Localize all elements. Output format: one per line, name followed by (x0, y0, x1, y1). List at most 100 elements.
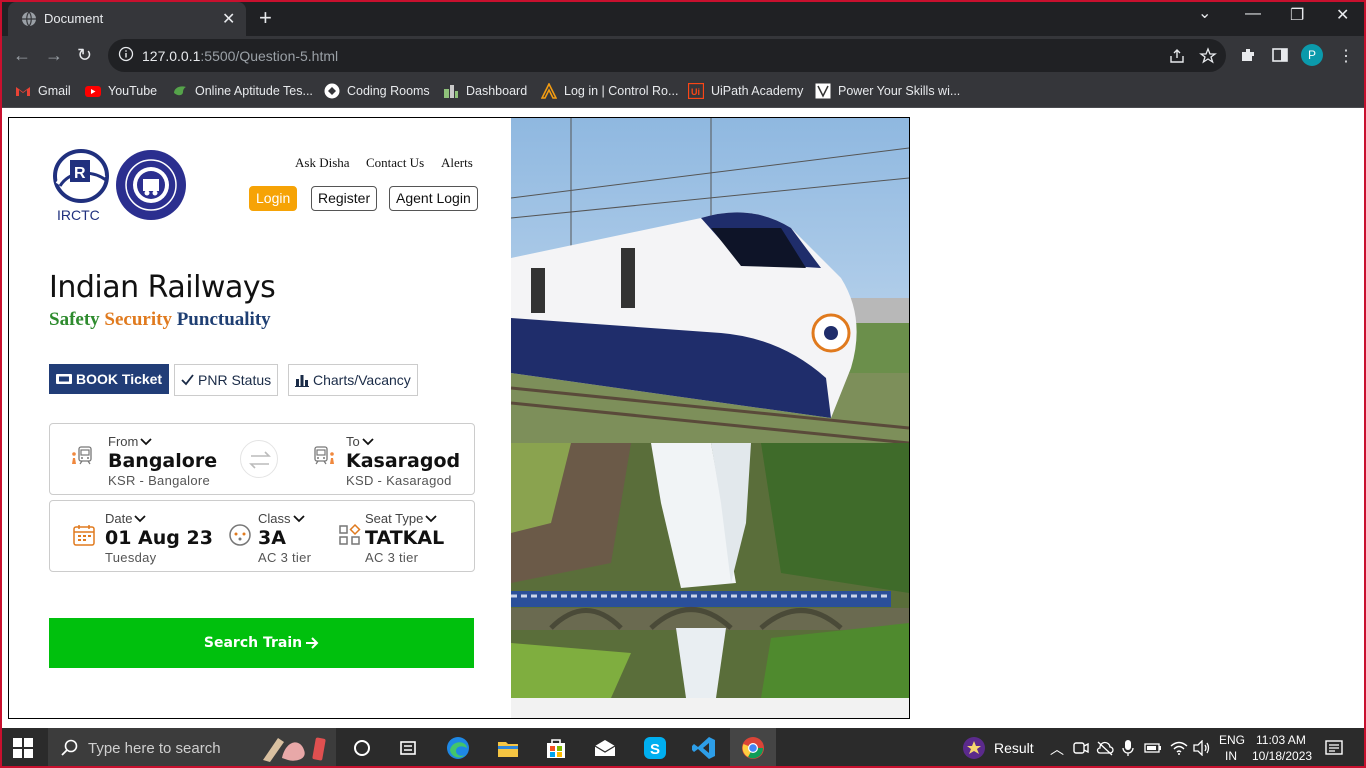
bookmark-skills[interactable]: Power Your Skills wi... (815, 82, 960, 100)
chevron-down-icon (362, 437, 374, 445)
language-indicator[interactable]: ENG (1219, 733, 1245, 747)
journey-date: 01 Aug 23 (105, 527, 213, 549)
chrome-icon (742, 737, 764, 759)
chrome-taskbar-item[interactable] (730, 728, 776, 768)
task-view-icon[interactable] (350, 736, 374, 760)
result-label: Result (994, 740, 1034, 756)
bookmark-gmail[interactable]: Gmail (15, 82, 71, 100)
chevron-up-icon[interactable]: ︿ (1050, 739, 1064, 759)
menu-icon[interactable]: ⋮ (1338, 46, 1354, 66)
ticket-icon (56, 374, 72, 384)
to-field[interactable]: To Kasaragod KSD - Kasaragod (346, 434, 460, 488)
mail-icon[interactable] (593, 736, 617, 760)
bookmarks-bar: Gmail YouTube Online Aptitude Tes... Cod… (0, 74, 1366, 108)
cloud-offline-icon[interactable] (1096, 740, 1114, 756)
vscode-icon[interactable] (692, 736, 716, 760)
class-label: Class (258, 511, 291, 526)
globe-icon (22, 11, 36, 27)
search-icon (61, 739, 78, 756)
edge-browser-icon[interactable] (446, 736, 470, 760)
book-ticket-button[interactable]: BOOK Ticket (49, 364, 170, 394)
contact-us-link[interactable]: Contact Us (366, 155, 424, 171)
profile-avatar[interactable]: P (1301, 44, 1323, 66)
journey-day: Tuesday (105, 550, 157, 565)
dashboard-icon (444, 85, 458, 98)
restore-icon[interactable]: ❐ (1290, 5, 1304, 25)
chevron-down-icon (140, 437, 152, 445)
bookmark-control-room[interactable]: Log in | Control Ro... (541, 82, 678, 100)
widgets-icon[interactable] (396, 736, 420, 760)
from-field[interactable]: From Bangalore KSR - Bangalore (108, 434, 217, 488)
address-bar: ← → ↻ 127.0.0.1:5500/Question-5.html P ⋮ (0, 36, 1366, 74)
coding-rooms-icon (324, 83, 340, 99)
side-panel-icon[interactable] (1271, 46, 1289, 64)
browser-tab[interactable]: Document ✕ (8, 2, 246, 36)
forward-icon[interactable]: → (45, 45, 63, 66)
taskbar-search-input[interactable]: Type here to search (48, 728, 336, 768)
indian-railways-emblem-icon (116, 150, 186, 220)
bookmark-dashboard[interactable]: Dashboard (443, 82, 527, 100)
to-station-code: KSD - Kasaragod (346, 473, 452, 488)
agent-login-button[interactable]: Agent Login (389, 186, 478, 211)
train-station-icon (72, 446, 92, 465)
seat-type-value: TATKAL (365, 527, 445, 549)
tab-search-icon[interactable]: ⌄ (1198, 3, 1211, 23)
pnr-status-button[interactable]: PNR Status (174, 364, 279, 396)
date-field[interactable]: Date 01 Aug 23 Tuesday (105, 511, 213, 565)
bookmark-aptitude[interactable]: Online Aptitude Tes... (172, 82, 313, 100)
clock-time[interactable]: 11:03 AM (1256, 733, 1306, 747)
microphone-icon[interactable] (1122, 739, 1134, 757)
vande-bharat-train-image (511, 118, 909, 443)
new-tab-icon[interactable]: + (259, 5, 272, 31)
class-description: AC 3 tier (258, 550, 312, 565)
swap-stations-button[interactable] (240, 440, 278, 478)
meet-now-icon[interactable] (1073, 740, 1089, 756)
seat-type-icon (339, 523, 361, 545)
tab-title: Document (44, 11, 104, 26)
reload-icon[interactable]: ↻ (77, 45, 92, 66)
page-container: R IRCTC Ask Disha Contact Us Alerts Logi… (8, 117, 910, 719)
chevron-down-icon (134, 514, 147, 522)
svg-text:R: R (74, 165, 86, 182)
svg-text:Ui: Ui (691, 87, 700, 97)
result-widget[interactable]: Result (962, 728, 1034, 768)
aptitude-icon (174, 86, 186, 96)
svg-text:IRCTC: IRCTC (57, 207, 100, 223)
register-button[interactable]: Register (311, 186, 378, 211)
journey-details-card: Date 01 Aug 23 Tuesday Class 3A AC 3 tie… (49, 500, 475, 572)
skype-icon[interactable]: S (643, 736, 667, 760)
share-icon[interactable] (1168, 47, 1186, 65)
youtube-icon (85, 86, 101, 97)
windows-start-icon[interactable] (13, 738, 33, 758)
bookmark-youtube[interactable]: YouTube (85, 82, 157, 100)
bookmark-star-icon[interactable] (1199, 47, 1217, 65)
bookmark-coding-rooms[interactable]: Coding Rooms (324, 82, 430, 100)
url-input[interactable]: 127.0.0.1:5500/Question-5.html (108, 39, 1226, 72)
check-icon (181, 374, 194, 386)
battery-icon[interactable] (1144, 741, 1162, 755)
minimize-icon[interactable]: — (1245, 5, 1261, 23)
tab-close-icon[interactable]: ✕ (222, 9, 235, 29)
svg-text:S: S (650, 741, 660, 758)
page-title: Indian Railways (49, 270, 276, 305)
window-close-icon[interactable]: ✕ (1336, 5, 1349, 25)
ask-disha-link[interactable]: Ask Disha (295, 155, 350, 171)
alerts-link[interactable]: Alerts (441, 155, 473, 171)
uipath-icon: Ui (688, 83, 704, 99)
charts-vacancy-button[interactable]: Charts/Vacancy (288, 364, 418, 396)
file-explorer-icon[interactable] (496, 736, 520, 760)
bookmark-uipath[interactable]: Ui UiPath Academy (688, 82, 803, 100)
seat-type-field[interactable]: Seat Type TATKAL AC 3 tier (365, 511, 444, 565)
login-button[interactable]: Login (249, 186, 298, 211)
back-icon[interactable]: ← (13, 45, 31, 66)
from-station-code: KSR - Bangalore (108, 473, 211, 488)
extensions-icon[interactable] (1239, 46, 1257, 64)
search-train-button[interactable]: Search Train (49, 618, 474, 668)
site-info-icon[interactable] (118, 46, 134, 62)
calendar-icon (73, 525, 95, 546)
wifi-icon[interactable] (1170, 740, 1188, 756)
class-field[interactable]: Class 3A AC 3 tier (258, 511, 311, 565)
store-icon[interactable] (544, 736, 568, 760)
volume-icon[interactable] (1193, 740, 1211, 756)
notifications-icon[interactable] (1325, 739, 1343, 757)
